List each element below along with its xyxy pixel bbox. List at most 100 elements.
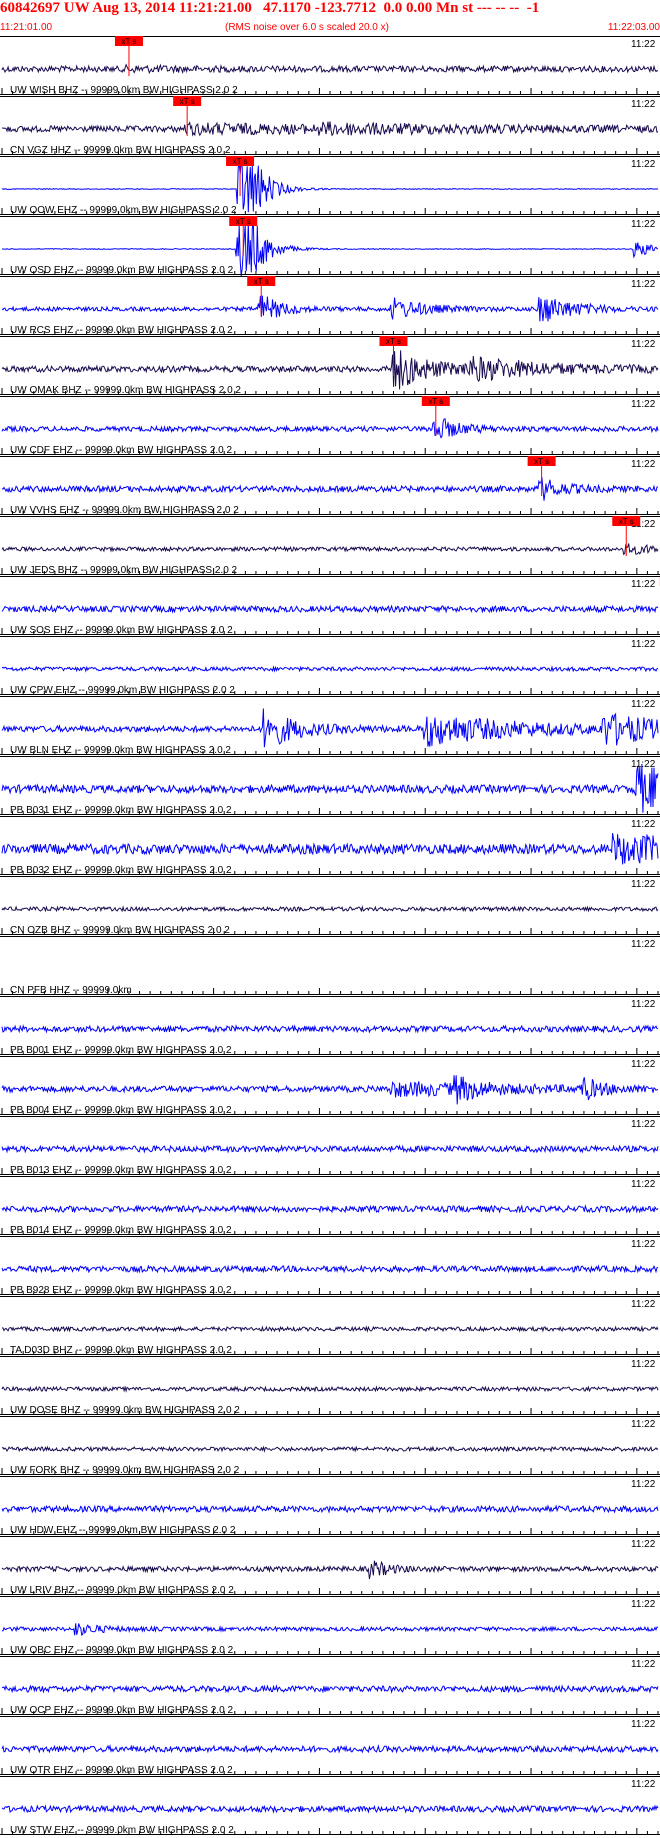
pick-label: xT s: [180, 97, 195, 106]
pick-label: xT s: [428, 397, 443, 406]
station-label: UW OBC EHZ -- 99999.0km BW HIGHPASS 2.0 …: [10, 1645, 234, 1656]
pick-label: xT s: [254, 277, 269, 286]
waveform: [1, 1684, 659, 1694]
tick-label: 11:22: [631, 1119, 656, 1130]
waveform: [1, 121, 659, 137]
station-label: UW CPW EHZ -- 99999.0km BW HIGHPASS 2.0 …: [10, 685, 235, 696]
tick-label: 11:22: [631, 1419, 656, 1430]
station-label: UW OTR EHZ -- 99999.0km BW HIGHPASS 2.0 …: [10, 1765, 233, 1776]
trace-row: 11:22 PB B014 EHZ -- 99999.0km BW HIGHPAS…: [0, 1176, 660, 1236]
station-label: PB B013 EHZ -- 99999.0km BW HIGHPASS 2.0…: [10, 1165, 232, 1176]
tick-label: 11:22: [631, 1599, 656, 1610]
tick-label: 11:22: [631, 999, 656, 1010]
seismogram-plot: 11:22 UW WISH BHZ -- 99999.0km BW HIGHPAS…: [0, 36, 660, 1836]
waveform: [1, 295, 659, 322]
trace-row: 11:22 PB B004 EHZ -- 99999.0km BW HIGHPAS…: [0, 1056, 660, 1116]
trace-row: 11:22 CN PFB HHZ -- 99999.0km: [0, 936, 660, 996]
waveform: [1, 63, 659, 75]
tick-label: 11:22: [631, 639, 656, 650]
tick-label: 11:22: [631, 1539, 656, 1550]
station-label: PB B001 EHZ -- 99999.0km BW HIGHPASS 2.0…: [10, 1045, 232, 1056]
tick-label: 11:22: [631, 339, 656, 350]
waveform: [1, 1204, 659, 1214]
trace-row: 11:22 UW LRIV BHZ -- 99999.0km BW HIGHPAS…: [0, 1536, 660, 1596]
tick-label: 11:22: [631, 159, 656, 170]
tick-label: 11:22: [631, 1779, 656, 1790]
waveform: [1, 708, 659, 748]
pick-label: xT s: [236, 217, 251, 226]
waveform: [1, 350, 659, 390]
station-label: UW WISH BHZ -- 99999.0km BW HIGHPASS 2.0…: [10, 85, 238, 96]
tick-label: 11:22: [631, 759, 656, 770]
waveform: [1, 1744, 659, 1754]
station-label: UW SOS EHZ -- 99999.0km BW HIGHPASS 2.0 …: [10, 625, 233, 636]
station-label: UW LRIV BHZ -- 99999.0km BW HIGHPASS 2.0…: [10, 1585, 234, 1596]
station-label: UW DOSE BHZ -- 99999.0km BW HIGHPASS 2.0…: [10, 1405, 240, 1416]
trace-row: 11:22 UW OSD EHZ -- 99999.0km BW HIGHPASS…: [0, 216, 660, 277]
station-label: CN VGZ HHZ -- 99999.0km BW HIGHPASS 2.0 …: [10, 145, 231, 156]
trace-row: 11:22 UW SOS EHZ -- 99999.0km BW HIGHPASS…: [0, 576, 660, 636]
waveform: [1, 1560, 659, 1580]
header: 60842697 UW Aug 13, 2014 11:21:21.00 47.…: [0, 0, 660, 36]
station-label: PB B014 EHZ -- 99999.0km BW HIGHPASS 2.0…: [10, 1225, 232, 1236]
tick-label: 11:22: [631, 459, 656, 470]
waveform: [1, 1264, 659, 1274]
waveform: [1, 1445, 659, 1453]
trace-row: 11:22 UW VVHS EHZ -- 99999.0km BW HIGHPAS…: [0, 456, 660, 516]
tick-label: 11:22: [631, 1719, 656, 1730]
trace-row: 11:22 UW FORK BHZ -- 99999.0km BW HIGHPAS…: [0, 1416, 660, 1476]
station-label: UW HDW EHZ -- 99999.0km BW HIGHPASS 2.0 …: [10, 1525, 236, 1536]
trace-row: 11:22 UW DOSE BHZ -- 99999.0km BW HIGHPAS…: [0, 1356, 660, 1416]
tick-label: 11:22: [631, 1479, 656, 1490]
trace-row: 11:22UW JEDS BHZ -- 99999.0km BW HIGHPAS…: [0, 516, 660, 576]
waveform: [1, 1804, 659, 1814]
noise-note: (RMS noise over 6.0 s scaled 20.0 x): [225, 22, 389, 33]
trace-row: 11:22 UW STW EHZ -- 99999.0km BW HIGHPASS…: [0, 1776, 660, 1836]
trace-row: 11:22 UW OOW EHZ -- 99999.0km BW HIGHPASS…: [0, 156, 660, 216]
trace-row: 11:22 UW CPW EHZ -- 99999.0km BW HIGHPASS…: [0, 636, 660, 696]
station-label: UW CDF EHZ -- 99999.0km BW HIGHPASS 2.0 …: [10, 445, 233, 456]
waveform: [1, 1385, 659, 1393]
trace-row: 11:22 PB B001 EHZ -- 99999.0km BW HIGHPAS…: [0, 996, 660, 1056]
trace-row: 11:22 TA D03D BHZ -- 99999.0km BW HIGHPAS…: [0, 1296, 660, 1356]
station-label: UW VVHS EHZ -- 99999.0km BW HIGHPASS 2.0…: [10, 505, 239, 516]
station-label: TA D03D BHZ -- 99999.0km BW HIGHPASS 2.0…: [10, 1345, 232, 1356]
trace-row: 11:22 UW OBC EHZ -- 99999.0km BW HIGHPASS…: [0, 1596, 660, 1656]
trace-row: 11:22 UW OTR EHZ -- 99999.0km BW HIGHPASS…: [0, 1716, 660, 1776]
station-label: PB B031 EHZ -- 99999.0km BW HIGHPASS 2.0…: [10, 805, 232, 816]
tick-label: 11:22: [631, 1179, 656, 1190]
trace-row: 11:22 PB B031 EHZ -- 99999.0km BW HIGHPAS…: [0, 756, 660, 816]
tick-label: 11:22: [631, 1299, 656, 1310]
station-label: UW RCS EHZ -- 99999.0km BW HIGHPASS 2.0 …: [10, 325, 233, 336]
station-label: PB B928 EHZ -- 99999.0km BW HIGHPASS 2.0…: [10, 1285, 232, 1296]
trace-row: 11:22 UW OMAK BHZ -- 99999.0km BW HIGHPAS…: [0, 336, 660, 396]
tick-label: 11:22: [631, 1659, 656, 1670]
station-label: PB B032 EHZ -- 99999.0km BW HIGHPASS 2.0…: [10, 865, 232, 876]
trace-row: 11:22 PB B013 EHZ -- 99999.0km BW HIGHPAS…: [0, 1116, 660, 1176]
trace-row: 11:22 UW HDW EHZ -- 99999.0km BW HIGHPASS…: [0, 1476, 660, 1536]
trace-row: 11:22 UW OCP EHZ -- 99999.0km BW HIGHPASS…: [0, 1656, 660, 1716]
station-label: UW OOW EHZ -- 99999.0km BW HIGHPASS 2.0 …: [10, 205, 237, 216]
station-label: UW STW EHZ -- 99999.0km BW HIGHPASS 2.0 …: [10, 1825, 234, 1836]
station-label: UW JEDS BHZ -- 99999.0km BW HIGHPASS 2.0…: [10, 565, 238, 576]
station-label: CN PFB HHZ -- 99999.0km: [10, 985, 132, 996]
waveform: [1, 604, 659, 614]
station-label: UW OCP EHZ -- 99999.0km BW HIGHPASS 2.0 …: [10, 1705, 233, 1716]
station-label: UW FORK BHZ -- 99999.0km BW HIGHPASS 2.0…: [10, 1465, 240, 1476]
waveform: [1, 833, 659, 865]
station-label: UW BLN EHZ -- 99999.0km BW HIGHPASS 2.0 …: [10, 745, 231, 756]
tick-label: 11:22: [631, 579, 656, 590]
tick-label: 11:22: [631, 1359, 656, 1370]
waveform: [1, 1325, 659, 1333]
tick-label: 11:22: [631, 819, 656, 830]
tick-label: 11:22: [631, 879, 656, 890]
trace-row: 11:22 PB B928 EHZ -- 99999.0km BW HIGHPAS…: [0, 1236, 660, 1296]
station-label: UW OMAK BHZ -- 99999.0km BW HIGHPASS 2.0…: [10, 385, 241, 396]
pick-label: xT s: [534, 457, 549, 466]
waveform: [1, 665, 659, 673]
tick-label: 11:22: [631, 1059, 656, 1070]
waveform: [1, 418, 659, 439]
tick-label: 11:22: [631, 39, 656, 50]
waveform: [1, 1504, 659, 1514]
tick-label: 11:22: [631, 1239, 656, 1250]
